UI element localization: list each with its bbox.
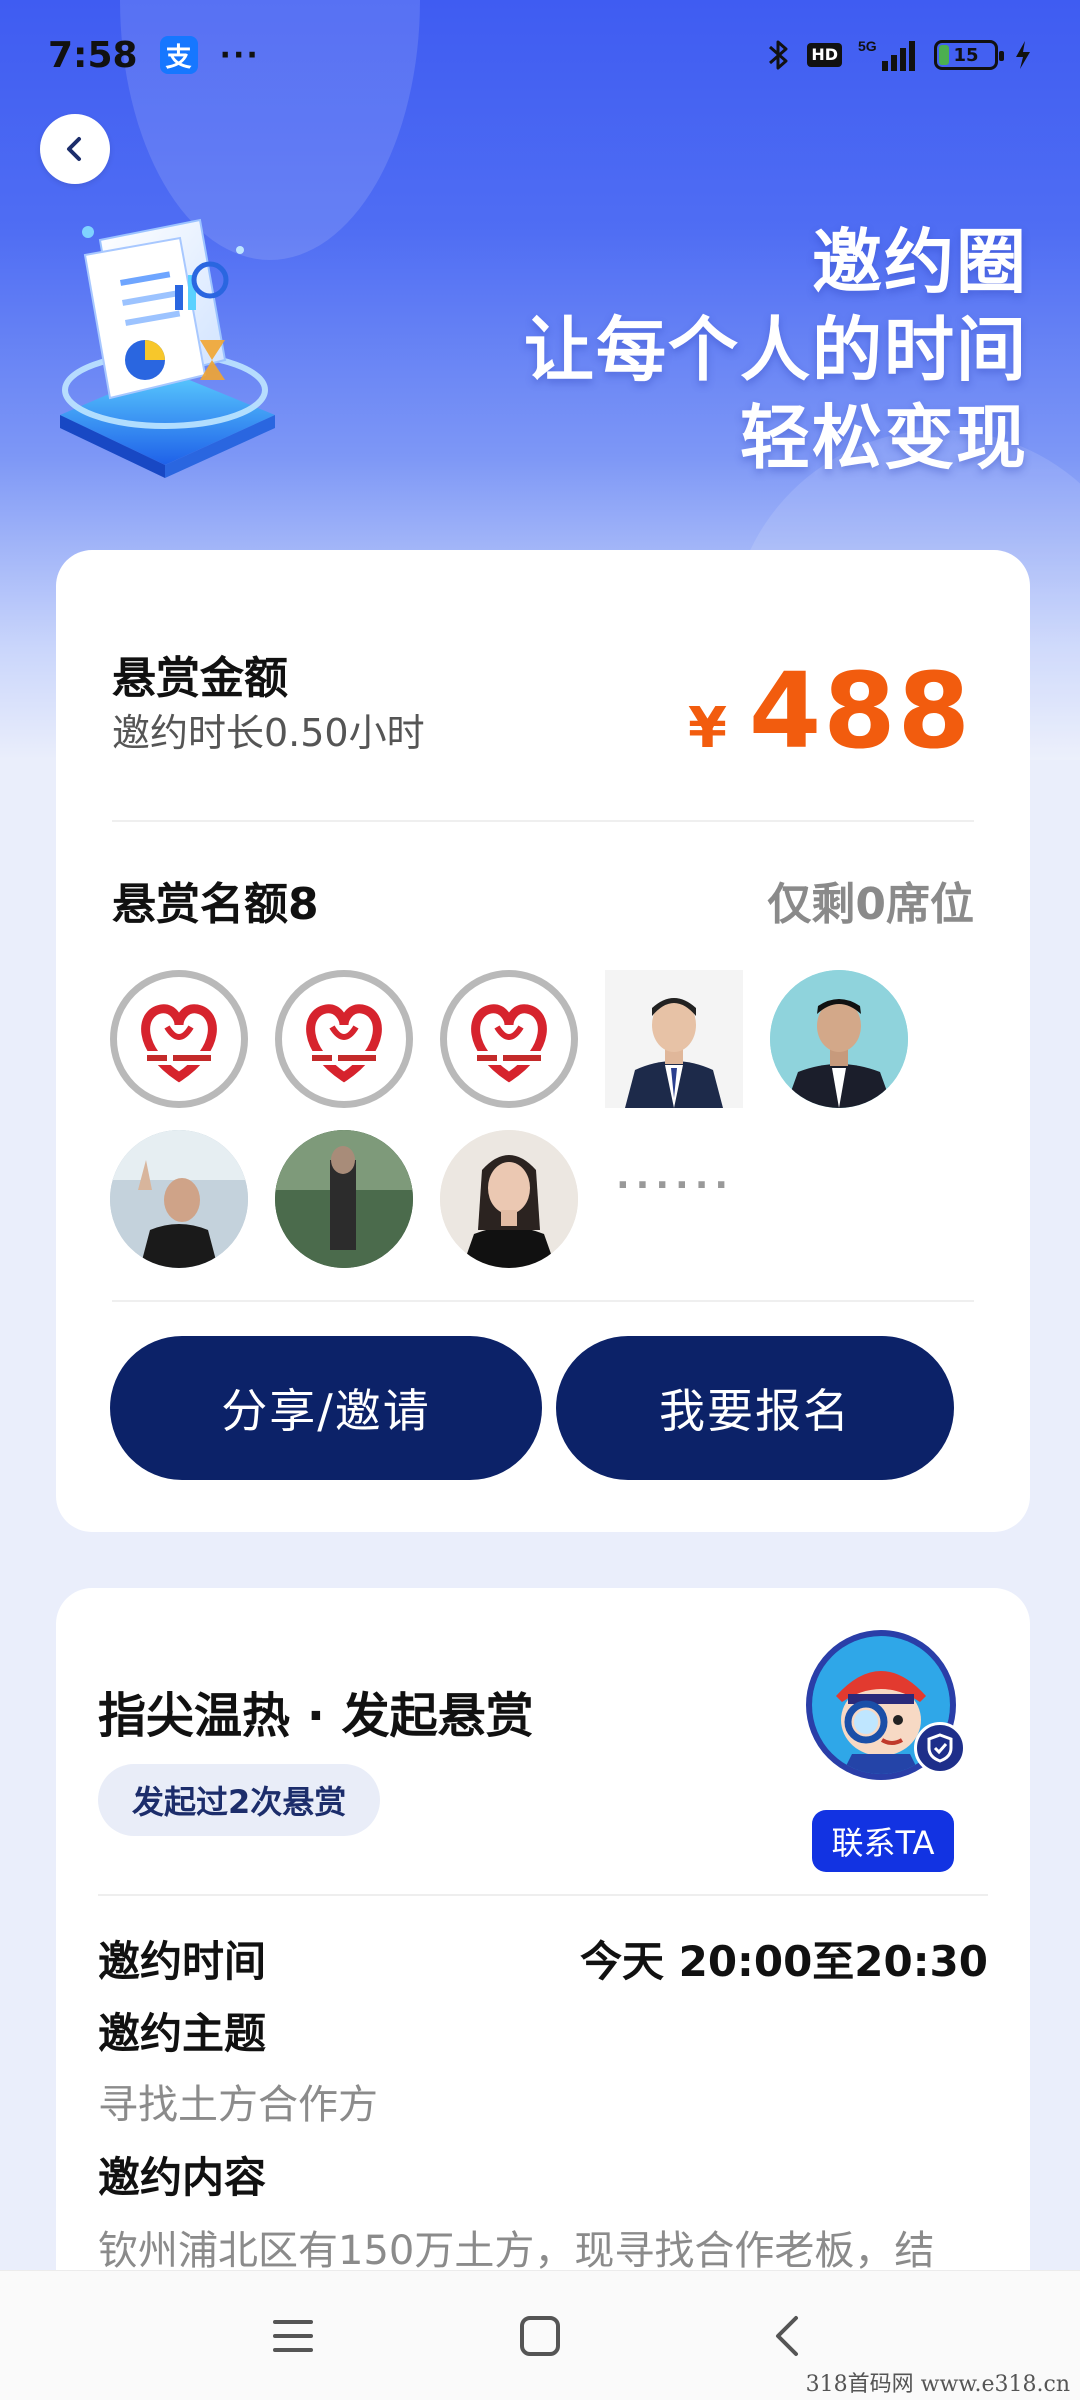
- reward-card: 悬赏金额 邀约时长0.50小时 ¥ 488 悬赏名额8 仅剩0席位 ······…: [56, 550, 1030, 1532]
- reward-title: 悬赏金额: [112, 653, 288, 704]
- participant-avatar[interactable]: [275, 1130, 413, 1268]
- back-arrow-icon: [775, 2315, 798, 2356]
- more-participants-indicator: ······: [616, 1165, 735, 1206]
- signal-icon: 5G: [858, 37, 918, 73]
- currency-symbol: ¥: [687, 696, 727, 761]
- menu-icon: [273, 2319, 314, 2352]
- person-photo: [110, 1130, 248, 1268]
- man-photo: [770, 970, 908, 1108]
- watermark: 318首码网 www.e318.cn: [805, 2372, 1070, 2397]
- hero-title: 邀约圈: [812, 221, 1028, 303]
- participant-avatar[interactable]: [110, 1130, 248, 1268]
- hero-subtitle-line: 轻松变现: [740, 397, 1028, 479]
- topic-label: 邀约主题: [98, 2009, 267, 2058]
- quota-label: 悬赏名额8: [112, 879, 319, 930]
- status-bar: 7:58 支 ··· HD 5G 15: [0, 0, 1080, 110]
- home-square-icon: [519, 2315, 560, 2356]
- time-label: 邀约时间: [98, 1937, 267, 1986]
- time-value: 今天 20:00至20:30: [579, 1937, 988, 1986]
- home-button[interactable]: [500, 2296, 580, 2376]
- chevron-left-icon: [67, 137, 81, 161]
- status-time: 7:58: [48, 34, 138, 76]
- participant-avatar[interactable]: [275, 970, 413, 1108]
- battery-icon: 15: [934, 40, 1004, 70]
- system-back-button[interactable]: [747, 2296, 827, 2376]
- man-in-suit-photo: [605, 970, 743, 1108]
- contact-button[interactable]: 联系TA: [812, 1810, 954, 1872]
- woman-photo: [440, 1130, 578, 1268]
- seats-left: 仅剩0席位: [767, 879, 974, 930]
- signup-button[interactable]: 我要报名: [556, 1336, 954, 1480]
- organizer-name: 指尖温热 · 发起悬赏: [98, 1688, 534, 1744]
- hero-subtitle-line: 让每个人的时间: [524, 309, 1028, 391]
- participant-avatar[interactable]: [110, 970, 248, 1108]
- content-label: 邀约内容: [98, 2153, 267, 2202]
- reward-price: ¥ 488: [688, 650, 972, 772]
- document-illustration-icon: [40, 210, 290, 480]
- participant-avatar[interactable]: [440, 1130, 578, 1268]
- back-button[interactable]: [40, 114, 110, 184]
- reward-amount: 488: [748, 650, 972, 772]
- alipay-icon: 支: [159, 36, 198, 74]
- participant-avatar[interactable]: [605, 970, 743, 1108]
- battery-level: 15: [953, 44, 979, 66]
- topic-value: 寻找土方合作方: [98, 2082, 378, 2128]
- share-invite-button[interactable]: 分享/邀请: [110, 1336, 542, 1480]
- divider: [112, 1300, 974, 1302]
- menu-button[interactable]: [253, 2296, 333, 2376]
- heart-logo-icon: [471, 1004, 547, 1083]
- divider: [98, 1894, 988, 1896]
- reward-duration: 邀约时长0.50小时: [112, 711, 425, 755]
- heart-logo-icon: [141, 1004, 217, 1083]
- divider: [112, 820, 974, 822]
- verified-shield-icon: [914, 1722, 966, 1774]
- svg-text:5G: 5G: [858, 38, 877, 54]
- history-badge: 发起过2次悬赏: [98, 1764, 381, 1836]
- charging-icon: [1014, 40, 1032, 70]
- hd-icon: HD: [807, 43, 842, 67]
- person-photo: [275, 1130, 413, 1268]
- more-notifications-icon: ···: [219, 37, 260, 73]
- hero-slogan: 邀约圈 让每个人的时间 轻松变现: [524, 218, 1028, 482]
- participant-avatar[interactable]: [770, 970, 908, 1108]
- participant-avatar[interactable]: [440, 970, 578, 1108]
- content-value: 钦州浦北区有150万土方，现寻找合作老板，结: [98, 2228, 935, 2274]
- bluetooth-icon: [767, 37, 791, 73]
- heart-logo-icon: [306, 1004, 382, 1083]
